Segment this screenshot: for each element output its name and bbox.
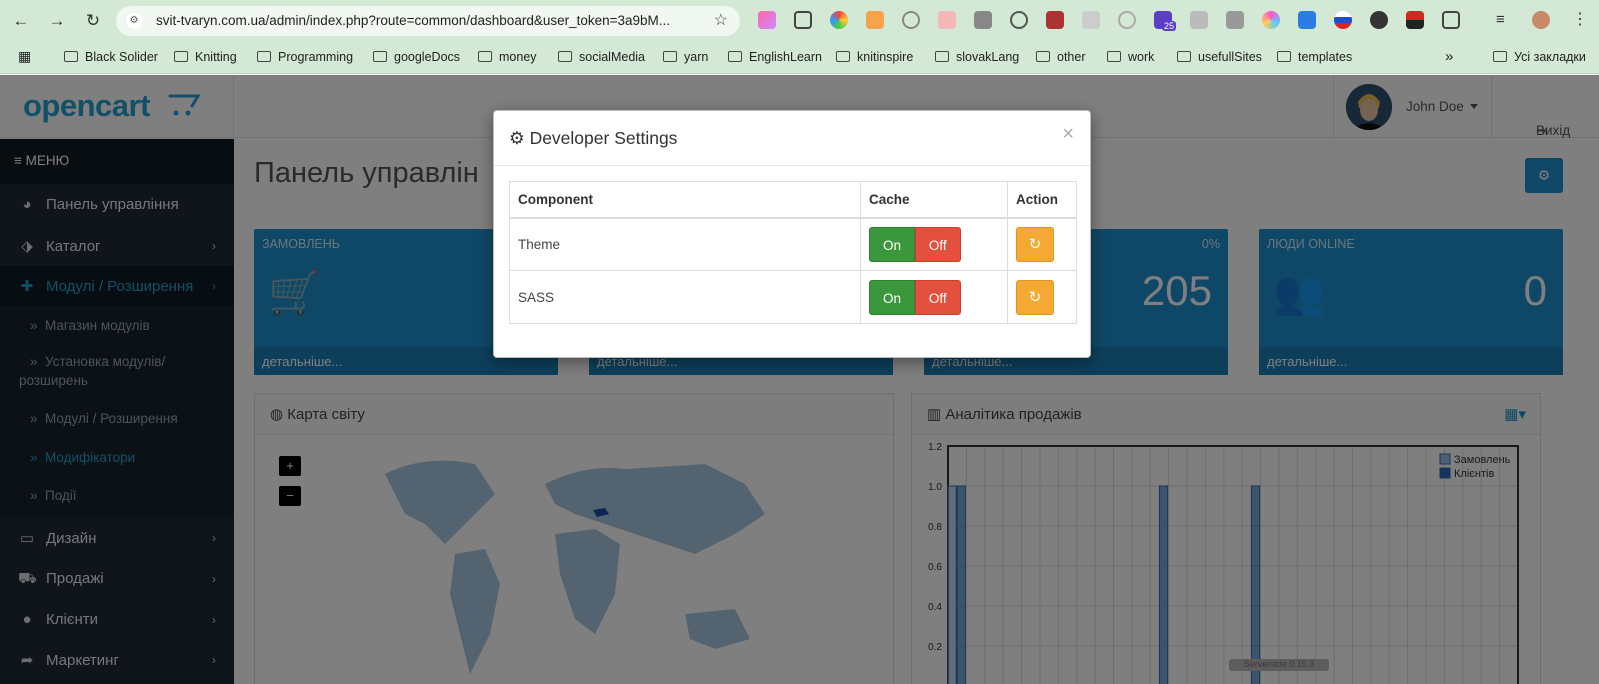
- extension-icon[interactable]: [1190, 11, 1208, 29]
- folder-icon: [663, 51, 677, 62]
- profile-avatar[interactable]: [1532, 11, 1550, 29]
- modal-header: ⚙ Developer Settings ×: [494, 111, 1090, 166]
- folder-icon: [373, 51, 387, 62]
- extension-icon[interactable]: [938, 11, 956, 29]
- table-row: Theme On Off ↻: [509, 217, 1077, 271]
- reload-icon[interactable]: ↻: [82, 10, 104, 32]
- puzzle-icon[interactable]: [1442, 11, 1460, 29]
- refresh-icon[interactable]: ↻: [1016, 226, 1054, 262]
- bookmark-folder[interactable]: slovakLang: [935, 50, 1019, 64]
- code-icon[interactable]: [1226, 11, 1244, 29]
- address-bar[interactable]: ⚙ svit-tvaryn.com.ua/admin/index.php?rou…: [116, 6, 740, 36]
- back-arrow-icon[interactable]: ←: [10, 10, 32, 32]
- developer-settings-table: Component Cache Action Theme On Off ↻ SA…: [509, 181, 1077, 324]
- bookmark-folder[interactable]: EnglishLearn: [728, 50, 822, 64]
- folder-icon: [478, 51, 492, 62]
- cache-toggle: On Off: [860, 270, 1008, 324]
- bookmark-folder[interactable]: knitinspire: [836, 50, 913, 64]
- cache-toggle: On Off: [860, 217, 1008, 271]
- refresh-icon[interactable]: ↻: [1016, 279, 1054, 315]
- forward-arrow-icon[interactable]: →: [46, 10, 68, 32]
- extension-icon[interactable]: [1118, 11, 1136, 29]
- extension-icon[interactable]: [866, 11, 884, 29]
- folder-icon: [1177, 51, 1191, 62]
- flag-icon[interactable]: [1334, 11, 1352, 29]
- url-text: svit-tvaryn.com.ua/admin/index.php?route…: [156, 13, 671, 28]
- developer-settings-modal: ⚙ Developer Settings × Component Cache A…: [493, 110, 1091, 358]
- camera-icon[interactable]: [974, 11, 992, 29]
- bookmark-folder[interactable]: yarn: [663, 50, 708, 64]
- cache-off-button[interactable]: Off: [914, 226, 961, 262]
- browser-toolbar: ← → ↻ ⚙ svit-tvaryn.com.ua/admin/index.p…: [0, 0, 1599, 42]
- extension-icon[interactable]: [758, 11, 776, 29]
- more-vert-icon[interactable]: ⋮: [1572, 11, 1590, 29]
- site-info-icon[interactable]: ⚙: [126, 13, 142, 29]
- folder-icon: [1107, 51, 1121, 62]
- all-bookmarks[interactable]: Усі закладки: [1493, 50, 1586, 64]
- component-name: Theme: [509, 217, 861, 271]
- folder-icon: [1277, 51, 1291, 62]
- folder-icon: [1493, 51, 1507, 62]
- folder-icon: [836, 51, 850, 62]
- gear-icon: ⚙: [509, 128, 530, 148]
- folder-icon: [64, 51, 78, 62]
- extension-icon[interactable]: [1082, 11, 1100, 29]
- bookmark-folder[interactable]: Programming: [257, 50, 353, 64]
- bookmark-folder[interactable]: Black Solider: [64, 50, 158, 64]
- extension-icon[interactable]: [1370, 11, 1388, 29]
- extension-icon[interactable]: [902, 11, 920, 29]
- column-header: Action: [1007, 181, 1077, 219]
- action-cell: ↻: [1007, 270, 1077, 324]
- table-row: SASS On Off ↻: [509, 270, 1077, 324]
- extension-icon[interactable]: [1406, 11, 1424, 29]
- bookmark-folder[interactable]: templates: [1277, 50, 1352, 64]
- bookmark-folder[interactable]: money: [478, 50, 537, 64]
- extension-badge: 25: [1162, 21, 1177, 31]
- apps-grid-icon[interactable]: ▦: [18, 48, 31, 65]
- screenshot-icon[interactable]: [794, 11, 812, 29]
- folder-icon: [558, 51, 572, 62]
- cache-on-button[interactable]: On: [869, 279, 915, 315]
- folder-icon: [935, 51, 949, 62]
- modal-title: ⚙ Developer Settings: [509, 128, 678, 148]
- color-wheel-icon[interactable]: [830, 11, 848, 29]
- extension-icon[interactable]: [1298, 11, 1316, 29]
- component-name: SASS: [509, 270, 861, 324]
- action-cell: ↻: [1007, 217, 1077, 271]
- chevron-more-icon[interactable]: »: [1445, 48, 1453, 65]
- bookmark-folder[interactable]: work: [1107, 50, 1154, 64]
- folder-icon: [174, 51, 188, 62]
- folder-icon: [728, 51, 742, 62]
- extension-icon[interactable]: [1046, 11, 1064, 29]
- cache-on-button[interactable]: On: [869, 226, 915, 262]
- cache-off-button[interactable]: Off: [914, 279, 961, 315]
- bookmark-folder[interactable]: other: [1036, 50, 1086, 64]
- close-icon[interactable]: ×: [1062, 123, 1074, 146]
- bookmark-star-icon[interactable]: ☆: [714, 10, 728, 30]
- check-icon[interactable]: [1010, 11, 1028, 29]
- bookmark-folder[interactable]: Knitting: [174, 50, 237, 64]
- column-header: Cache: [860, 181, 1008, 219]
- bookmark-folder[interactable]: googleDocs: [373, 50, 460, 64]
- media-list-icon[interactable]: ≡: [1496, 11, 1514, 29]
- bookmarks-bar: ▦ Black Solider Knitting Programming goo…: [0, 42, 1599, 74]
- column-header: Component: [509, 181, 861, 219]
- bookmark-folder[interactable]: socialMedia: [558, 50, 645, 64]
- folder-icon: [1036, 51, 1050, 62]
- extension-icon[interactable]: [1262, 11, 1280, 29]
- folder-icon: [257, 51, 271, 62]
- bookmark-folder[interactable]: usefullSites: [1177, 50, 1262, 64]
